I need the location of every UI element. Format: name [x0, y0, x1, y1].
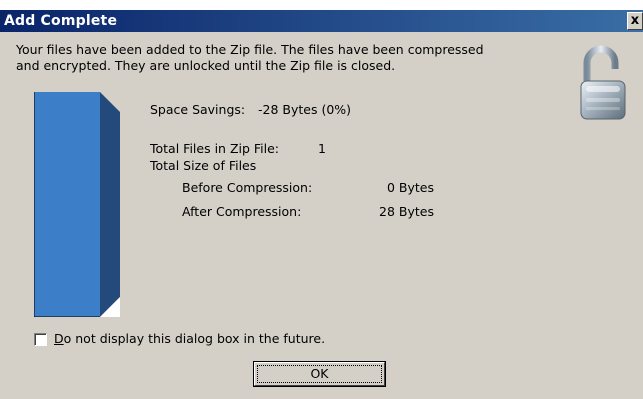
unlocked-padlock-icon — [580, 45, 626, 120]
bar-front-face — [34, 92, 100, 317]
ok-button-label: OK — [257, 365, 382, 383]
space-savings-value: -28 Bytes (0%) — [258, 102, 352, 117]
close-icon: x — [630, 13, 640, 28]
checkbox-accel-char: D — [54, 331, 64, 346]
before-compression-value: 0 Bytes — [386, 180, 434, 195]
space-savings-label: Space Savings: — [150, 102, 246, 117]
before-compression-label: Before Compression: — [182, 180, 313, 195]
total-files-value: 1 — [318, 141, 326, 156]
close-button[interactable]: x — [627, 12, 643, 30]
bar-side-face — [100, 92, 120, 317]
message-line-1: Your files have been added to the Zip fi… — [16, 42, 484, 57]
message-line-2: and encrypted. They are unlocked until t… — [16, 58, 396, 73]
total-files-label: Total Files in Zip File: — [150, 141, 280, 156]
space-savings-bar — [34, 92, 120, 317]
after-compression-value: 28 Bytes — [379, 204, 434, 219]
checkbox-label-rest: o not display this dialog box in the fut… — [63, 331, 326, 346]
add-complete-dialog: Add Complete x Your files have been adde… — [0, 0, 643, 399]
top-strip — [0, 0, 643, 10]
ok-button[interactable]: OK — [253, 361, 386, 387]
message-text: Your files have been added to the Zip fi… — [16, 42, 576, 74]
after-compression-label: After Compression: — [182, 204, 302, 219]
title-bar[interactable]: Add Complete x — [0, 10, 643, 32]
window-title: Add Complete — [4, 13, 118, 29]
do-not-display-checkbox[interactable] — [34, 333, 47, 346]
total-size-label: Total Size of Files — [150, 158, 257, 173]
do-not-display-label[interactable]: Do not display this dialog box in the fu… — [54, 331, 325, 347]
